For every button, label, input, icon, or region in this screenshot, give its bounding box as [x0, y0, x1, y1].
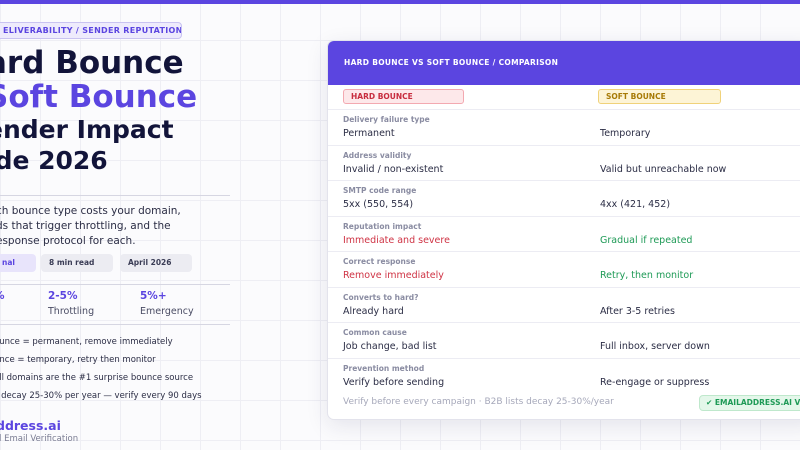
title-line-1: ard Bounce [0, 45, 184, 81]
column-header-hard-bounce: HARD BOUNCE [343, 89, 464, 104]
hard-bounce-cell: Remove immediately [343, 270, 444, 281]
article-intro-panel: ELIVERABILITY / SENDER REPUTATION ard Bo… [0, 0, 320, 450]
title-line-4: ide 2026 [0, 146, 108, 175]
stat-value: 2-5% [48, 290, 78, 302]
row-label: SMTP code range [343, 186, 417, 195]
title-line-3: ender Impact [0, 115, 174, 144]
description-line-1: ch bounce type costs your domain, [0, 205, 181, 217]
description-line-2: ds that trigger throttling, and the [0, 220, 171, 232]
table-row: SMTP code range 5xx (550, 554) 4xx (421,… [328, 180, 800, 216]
table-row: Delivery failure type Permanent Temporar… [328, 109, 800, 145]
hard-bounce-cell: Already hard [343, 305, 404, 317]
title-line-2: Soft Bounce [0, 79, 198, 115]
row-label: Address validity [343, 150, 412, 160]
comparison-card: HARD BOUNCE VS SOFT BOUNCE / COMPARISON … [327, 40, 800, 420]
column-header-soft-bounce: SOFT BOUNCE [598, 89, 721, 104]
divider [0, 195, 230, 196]
brand-tagline: d Email Verification [0, 434, 79, 444]
comparison-card-header: HARD BOUNCE VS SOFT BOUNCE / COMPARISON [328, 41, 800, 85]
stat-label: Emergency [140, 306, 194, 317]
row-label: Common cause [343, 328, 407, 337]
soft-bounce-cell: After 3-5 retries [600, 305, 675, 317]
hard-bounce-cell: Invalid / non-existent [343, 163, 444, 175]
key-takeaways-list: ounce = permanent, remove immediately un… [0, 333, 202, 405]
stat-threshold-safe: % [0, 290, 5, 305]
article-description: ch bounce type costs your domain, ds tha… [0, 204, 226, 249]
description-line-3: esponse protocol for each. [0, 235, 136, 247]
stat-threshold-emergency: 5%+ Emergency [140, 290, 194, 318]
row-label: Converts to hard? [343, 292, 419, 302]
hard-bounce-cell: Immediate and severe [343, 234, 450, 246]
soft-bounce-cell: Valid but unreachable now [600, 163, 727, 175]
soft-bounce-cell: Retry, then monitor [600, 270, 694, 281]
soft-bounce-cell: Re-engage or suppress [600, 376, 710, 388]
comparison-card-footer-note: Verify before every campaign · B2B lists… [343, 397, 614, 407]
hard-bounce-cell: 5xx (550, 554) [343, 199, 414, 210]
table-row: Correct response Remove immediately Retr… [328, 251, 800, 287]
stat-value: % [0, 290, 5, 303]
brand-name[interactable]: ddress.ai [0, 418, 61, 433]
stat-value: 5%+ [140, 290, 167, 302]
meta-chip-read-time: 8 min read [41, 254, 113, 272]
hard-bounce-cell: Permanent [343, 128, 395, 139]
soft-bounce-cell: 4xx (421, 452) [600, 199, 671, 210]
table-row: Common cause Job change, bad list Full i… [328, 322, 800, 358]
list-item: unce = temporary, retry then monitor [0, 355, 156, 365]
meta-chip-type: nal [0, 254, 36, 272]
hard-bounce-cell: Job change, bad list [343, 341, 437, 352]
list-item: s decay 25-30% per year — verify every 9… [0, 391, 202, 401]
row-label: Reputation impact [343, 221, 422, 231]
divider [0, 284, 230, 285]
verification-badge[interactable]: ✔ EMAILADDRESS.AI VE [699, 395, 800, 411]
table-row: Converts to hard? Already hard After 3-5… [328, 286, 800, 323]
list-item: all domains are the #1 surprise bounce s… [0, 373, 194, 383]
row-label: Delivery failure type [343, 115, 430, 124]
meta-chip-date: April 2026 [120, 254, 192, 272]
row-label: Prevention method [343, 363, 425, 373]
table-row: Address validity Invalid / non-existent … [328, 144, 800, 181]
page-title: ard Bounce Soft Bounce ender Impact ide … [0, 46, 197, 176]
row-label: Correct response [343, 257, 416, 266]
category-eyebrow: ELIVERABILITY / SENDER REPUTATION [0, 22, 182, 39]
table-row: Prevention method Verify before sending … [328, 357, 800, 394]
stat-label: Throttling [48, 306, 95, 317]
stat-threshold-throttling: 2-5% Throttling [48, 290, 94, 318]
soft-bounce-cell: Temporary [600, 128, 651, 139]
list-item: ounce = permanent, remove immediately [0, 337, 173, 347]
table-row: Reputation impact Immediate and severe G… [328, 215, 800, 252]
divider [0, 324, 230, 325]
soft-bounce-cell: Gradual if repeated [600, 234, 693, 246]
hard-bounce-cell: Verify before sending [343, 376, 445, 388]
soft-bounce-cell: Full inbox, server down [600, 341, 710, 352]
